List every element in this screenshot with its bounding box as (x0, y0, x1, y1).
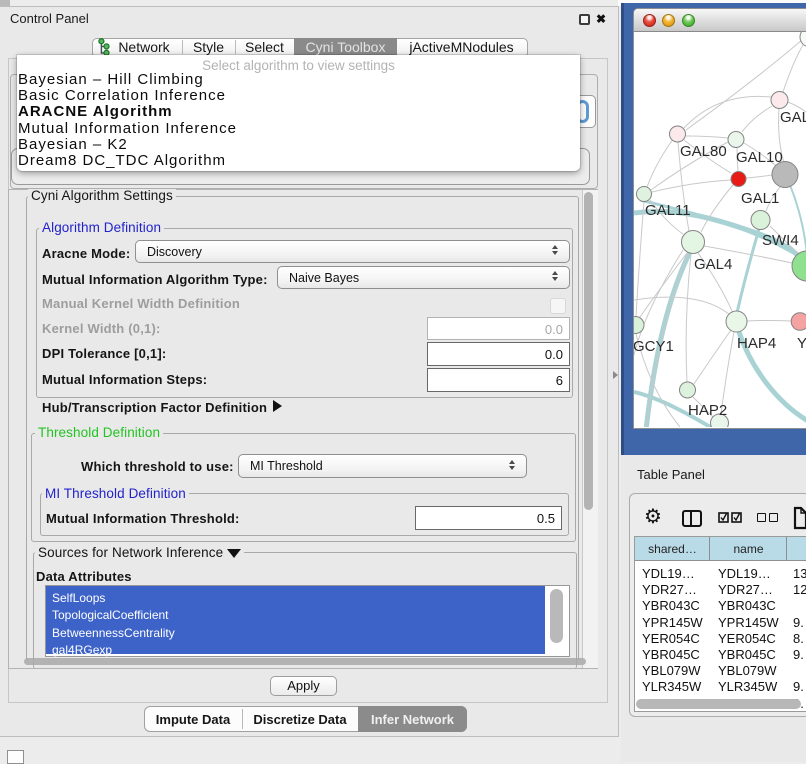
svg-text:GAL1: GAL1 (741, 190, 779, 207)
svg-text:SWI4: SWI4 (762, 232, 799, 249)
svg-text:HAP4: HAP4 (737, 335, 776, 352)
svg-text:GCY1: GCY1 (634, 338, 674, 355)
svg-text:GAL4: GAL4 (694, 256, 732, 273)
svg-text:HAP2: HAP2 (688, 402, 727, 419)
svg-text:GAL10: GAL10 (736, 149, 783, 166)
svg-text:Y: Y (797, 335, 806, 352)
svg-text:GAL: GAL (780, 109, 806, 126)
svg-text:GAL11: GAL11 (645, 202, 691, 219)
svg-text:GAL80: GAL80 (680, 143, 727, 160)
